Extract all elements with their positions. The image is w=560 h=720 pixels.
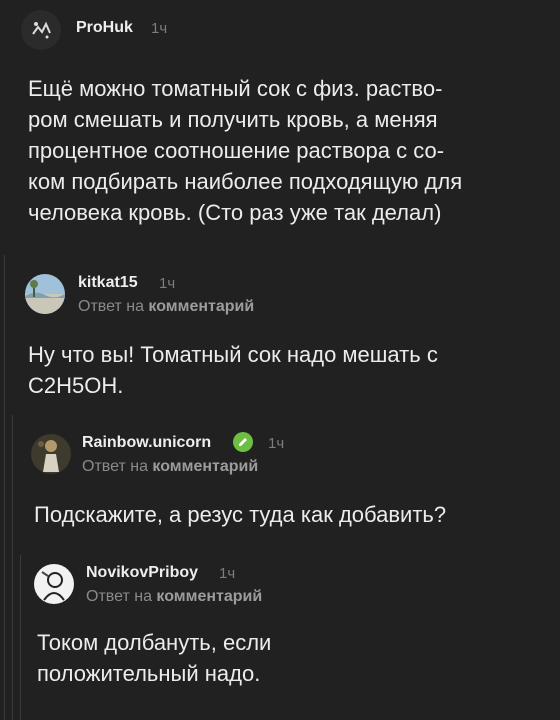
comment-line: Током долбануть, если xyxy=(37,630,272,655)
comment-line: процентное соотношение раствора с со- xyxy=(28,138,445,163)
comment-line: Ну что вы! Томатный сок надо мешать с xyxy=(28,342,438,367)
comment-line: положительный надо. xyxy=(37,661,261,686)
author-name[interactable]: NovikovPriboy xyxy=(86,564,198,582)
comment-text: Ещё можно томатный сок с физ. раство- ро… xyxy=(28,73,553,228)
comment-line: ком подбирать наиболее подходящую для xyxy=(28,169,463,194)
author-name[interactable]: Rainbow.unicorn xyxy=(82,434,211,452)
comment-time: 1ч xyxy=(159,275,176,292)
comment-line: Подскажите, а резус туда как добавить? xyxy=(34,502,447,527)
comment-text: Током долбануть, если положительный надо… xyxy=(37,627,537,689)
thread-line-3[interactable] xyxy=(20,555,21,720)
comment-line: Ещё можно томатный сок с физ. раство- xyxy=(28,76,443,101)
reply-target[interactable]: комментарий xyxy=(156,588,262,605)
comment-time: 1ч xyxy=(151,20,168,37)
comment-line: человека кровь. (Сто раз уже так делал) xyxy=(28,200,442,225)
reply-to-link[interactable]: Ответ на комментарий xyxy=(82,458,258,476)
hand-drawn-avatar-icon[interactable] xyxy=(21,10,61,50)
comment-line: ром смешать и получить кровь, а меняя xyxy=(28,107,438,132)
reply-target[interactable]: комментарий xyxy=(152,458,258,475)
comment-text: Подскажите, а резус туда как добавить? xyxy=(34,499,554,530)
reply-prefix: Ответ на xyxy=(86,588,152,605)
thread-line-2[interactable] xyxy=(12,415,13,720)
comment-time: 1ч xyxy=(268,435,285,452)
reply-to-link[interactable]: Ответ на комментарий xyxy=(78,298,254,316)
reply-to-link[interactable]: Ответ на комментарий xyxy=(86,588,262,606)
reply-prefix: Ответ на xyxy=(82,458,148,475)
sketch-avatar-icon[interactable] xyxy=(34,564,74,604)
author-name[interactable]: ProHuk xyxy=(76,19,133,37)
comment-text: Ну что вы! Томатный сок надо мешать с С2… xyxy=(28,339,548,401)
author-name[interactable]: kitkat15 xyxy=(78,274,138,292)
figure-avatar-icon[interactable] xyxy=(31,434,71,474)
landscape-avatar-icon[interactable] xyxy=(25,274,65,314)
verified-pencil-icon xyxy=(233,432,253,452)
comment-line: С2Н5ОН. xyxy=(28,373,124,398)
reply-prefix: Ответ на xyxy=(78,298,144,315)
comment-time: 1ч xyxy=(219,565,236,582)
reply-target[interactable]: комментарий xyxy=(148,298,254,315)
thread-line-1[interactable] xyxy=(4,255,5,720)
